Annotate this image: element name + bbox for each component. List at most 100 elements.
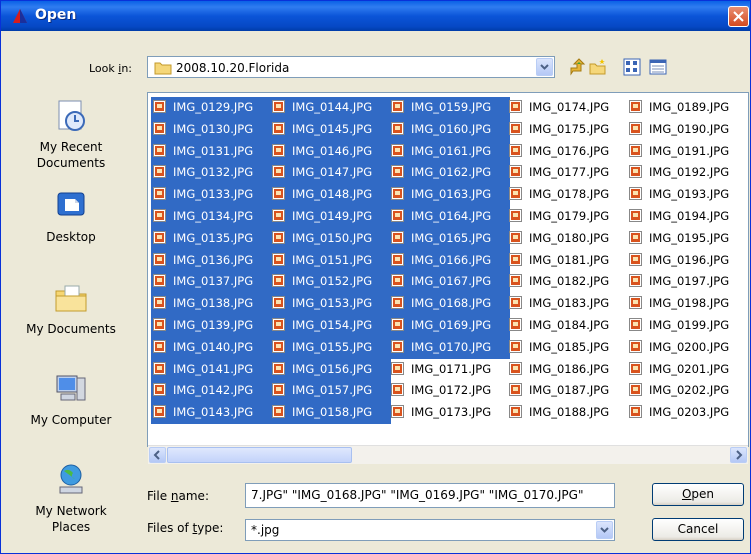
open-button[interactable]: Open	[652, 483, 744, 506]
look-in-dropdown[interactable]: 2008.10.20.Florida	[147, 56, 555, 78]
file-item[interactable]: IMG_0197.JPG	[627, 271, 748, 293]
scroll-thumb[interactable]	[167, 447, 352, 463]
file-item[interactable]: IMG_0162.JPG	[389, 162, 510, 185]
file-item[interactable]: IMG_0174.JPG	[507, 97, 628, 119]
place-my-network-places[interactable]: My Network Places	[4, 463, 138, 535]
file-item[interactable]: IMG_0186.JPG	[507, 359, 628, 381]
title-bar[interactable]: Open	[1, 1, 750, 31]
up-one-level-icon[interactable]	[568, 58, 586, 76]
file-item[interactable]: IMG_0189.JPG	[627, 97, 748, 119]
file-item[interactable]: IMG_0137.JPG	[151, 271, 272, 294]
details-view-icon[interactable]	[649, 58, 667, 76]
file-item[interactable]: IMG_0157.JPG	[270, 380, 391, 403]
place-my-recent-documents[interactable]: My Recent Documents	[4, 99, 138, 171]
file-item[interactable]: IMG_0176.JPG	[507, 141, 628, 163]
file-item[interactable]: IMG_0182.JPG	[507, 271, 628, 293]
jpeg-file-icon	[629, 317, 642, 331]
file-item[interactable]: IMG_0187.JPG	[507, 380, 628, 402]
place-my-computer[interactable]: My Computer	[4, 372, 138, 428]
file-item[interactable]: IMG_0156.JPG	[270, 358, 391, 381]
file-list[interactable]: IMG_0129.JPG IMG_0130.JPG IMG_0131.JPG IMG_…	[147, 92, 749, 447]
file-item[interactable]: IMG_0145.JPG	[270, 118, 391, 141]
file-item[interactable]: IMG_0170.JPG	[389, 336, 510, 359]
file-item[interactable]: IMG_0147.JPG	[270, 162, 391, 185]
file-item[interactable]: IMG_0193.JPG	[627, 184, 748, 206]
file-item[interactable]: IMG_0183.JPG	[507, 293, 628, 315]
file-item[interactable]: IMG_0188.JPG	[507, 402, 628, 424]
file-item[interactable]: IMG_0171.JPG	[389, 359, 510, 381]
file-item[interactable]: IMG_0167.JPG	[389, 271, 510, 294]
file-item[interactable]: IMG_0166.JPG	[389, 249, 510, 272]
file-item[interactable]: IMG_0190.JPG	[627, 119, 748, 141]
file-item[interactable]: IMG_0136.JPG	[151, 249, 272, 272]
file-item[interactable]: IMG_0202.JPG	[627, 380, 748, 402]
file-item[interactable]: IMG_0199.JPG	[627, 315, 748, 337]
file-item[interactable]: IMG_0149.JPG	[270, 205, 391, 228]
file-item[interactable]: IMG_0178.JPG	[507, 184, 628, 206]
file-item[interactable]: IMG_0135.JPG	[151, 227, 272, 250]
file-item[interactable]: IMG_0130.JPG	[151, 118, 272, 141]
view-menu-icon[interactable]	[623, 58, 641, 76]
file-item[interactable]: IMG_0146.JPG	[270, 140, 391, 163]
file-item[interactable]: IMG_0144.JPG	[270, 97, 391, 119]
file-item[interactable]: IMG_0151.JPG	[270, 249, 391, 272]
file-item[interactable]: IMG_0140.JPG	[151, 336, 272, 359]
file-item[interactable]: IMG_0185.JPG	[507, 337, 628, 359]
files-of-type-dropdown-button[interactable]	[596, 521, 613, 539]
file-item[interactable]: IMG_0180.JPG	[507, 228, 628, 250]
file-item[interactable]: IMG_0159.JPG	[389, 97, 510, 119]
file-item[interactable]: IMG_0160.JPG	[389, 118, 510, 141]
scroll-left-button[interactable]	[149, 447, 166, 463]
file-item[interactable]: IMG_0154.JPG	[270, 314, 391, 337]
files-of-type-dropdown[interactable]: *.jpg	[245, 519, 615, 541]
file-item[interactable]: IMG_0152.JPG	[270, 271, 391, 294]
file-item[interactable]: IMG_0148.JPG	[270, 184, 391, 206]
place-desktop[interactable]: Desktop	[4, 189, 138, 245]
file-item[interactable]: IMG_0163.JPG	[389, 184, 510, 206]
place-my-documents[interactable]: My Documents	[4, 281, 138, 337]
file-item[interactable]: IMG_0142.JPG	[151, 380, 272, 403]
file-item[interactable]: IMG_0184.JPG	[507, 315, 628, 337]
file-item[interactable]: IMG_0173.JPG	[389, 402, 510, 424]
file-item[interactable]: IMG_0177.JPG	[507, 162, 628, 184]
file-item[interactable]: IMG_0172.JPG	[389, 380, 510, 402]
file-item[interactable]: IMG_0200.JPG	[627, 337, 748, 359]
create-new-folder-icon[interactable]	[589, 58, 607, 76]
file-item[interactable]: IMG_0161.JPG	[389, 140, 510, 163]
file-item[interactable]: IMG_0168.JPG	[389, 293, 510, 315]
file-item[interactable]: IMG_0198.JPG	[627, 293, 748, 315]
scroll-right-button[interactable]	[730, 447, 747, 463]
file-item[interactable]: IMG_0191.JPG	[627, 141, 748, 163]
file-item[interactable]: IMG_0150.JPG	[270, 227, 391, 250]
cancel-button[interactable]: Cancel	[652, 518, 744, 541]
file-item[interactable]: IMG_0143.JPG	[151, 402, 272, 424]
file-name-text: IMG_0140.JPG	[171, 337, 256, 356]
file-item[interactable]: IMG_0181.JPG	[507, 250, 628, 272]
file-item[interactable]: IMG_0153.JPG	[270, 293, 391, 315]
file-item[interactable]: IMG_0129.JPG	[151, 97, 272, 119]
file-item[interactable]: IMG_0165.JPG	[389, 227, 510, 250]
file-item[interactable]: IMG_0203.JPG	[627, 402, 748, 424]
file-item[interactable]: IMG_0192.JPG	[627, 162, 748, 184]
file-item[interactable]: IMG_0201.JPG	[627, 359, 748, 381]
file-item[interactable]: IMG_0134.JPG	[151, 205, 272, 228]
file-item[interactable]: IMG_0194.JPG	[627, 206, 748, 228]
file-name-input[interactable]: 7.JPG" "IMG_0168.JPG" "IMG_0169.JPG" "IM…	[245, 483, 615, 508]
file-item[interactable]: IMG_0164.JPG	[389, 205, 510, 228]
horizontal-scrollbar[interactable]	[148, 445, 748, 464]
file-item[interactable]: IMG_0195.JPG	[627, 228, 748, 250]
file-item[interactable]: IMG_0169.JPG	[389, 314, 510, 337]
file-item[interactable]: IMG_0175.JPG	[507, 119, 628, 141]
file-item[interactable]: IMG_0155.JPG	[270, 336, 391, 359]
look-in-dropdown-button[interactable]	[536, 58, 553, 76]
file-item[interactable]: IMG_0131.JPG	[151, 140, 272, 163]
file-item[interactable]: IMG_0179.JPG	[507, 206, 628, 228]
file-item[interactable]: IMG_0158.JPG	[270, 402, 391, 424]
file-item[interactable]: IMG_0196.JPG	[627, 250, 748, 272]
file-item[interactable]: IMG_0132.JPG	[151, 162, 272, 185]
file-item[interactable]: IMG_0138.JPG	[151, 293, 272, 315]
file-item[interactable]: IMG_0141.JPG	[151, 358, 272, 381]
file-item[interactable]: IMG_0133.JPG	[151, 184, 272, 206]
file-item[interactable]: IMG_0139.JPG	[151, 314, 272, 337]
close-button[interactable]	[728, 6, 749, 27]
